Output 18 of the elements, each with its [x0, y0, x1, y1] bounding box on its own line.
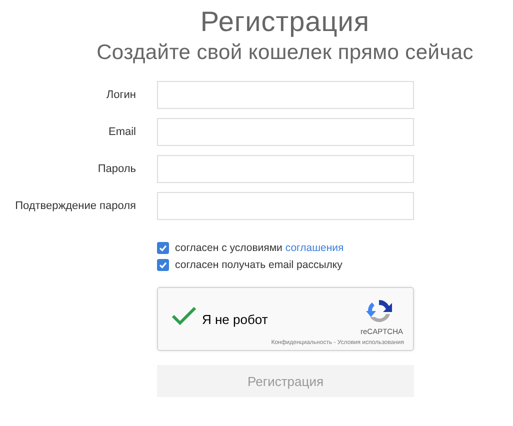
checkbox[interactable]	[157, 259, 169, 271]
page-title: Регистрация	[200, 5, 370, 39]
agreement-link[interactable]: соглашения	[285, 242, 344, 254]
input-field[interactable]	[157, 81, 414, 109]
input-field[interactable]	[157, 192, 414, 220]
page-subtitle: Создайте свой кошелек прямо сейчас	[96, 40, 474, 66]
field-label: Логин	[106, 89, 136, 101]
checkbox[interactable]	[157, 242, 169, 254]
agreement-text: согласен получать email рассылку	[175, 259, 342, 271]
input-field[interactable]	[157, 155, 414, 183]
agreement-text: согласен с условиями соглашения	[175, 242, 344, 254]
field-label: Email	[108, 126, 136, 138]
recaptcha-logo-icon	[365, 297, 393, 325]
field-label: Подтверждение пароля	[15, 200, 136, 212]
captcha-label: Я не робот	[202, 312, 268, 327]
check-icon[interactable]	[172, 307, 196, 325]
field-label: Пароль	[98, 163, 136, 175]
input-field[interactable]	[157, 118, 414, 146]
